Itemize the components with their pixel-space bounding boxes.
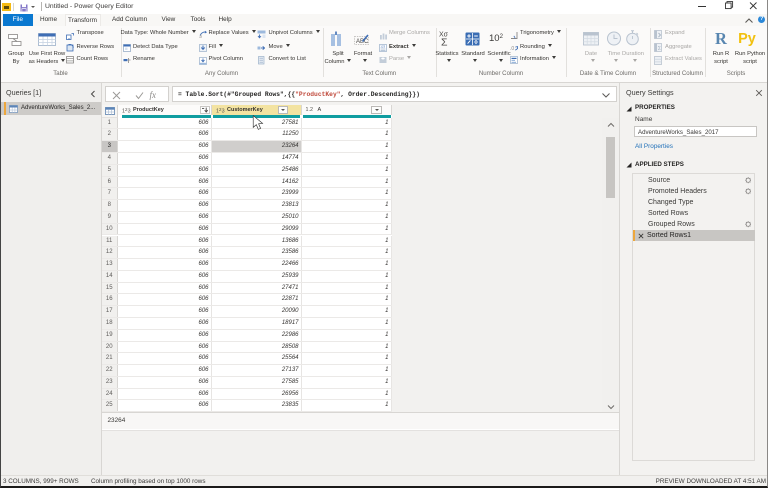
svg-text:b: b	[200, 34, 203, 39]
svg-text:Σ: Σ	[658, 46, 662, 52]
svg-text:.0: .0	[510, 46, 514, 52]
svg-text:ABC: ABC	[356, 39, 369, 45]
svg-text:Σ: Σ	[441, 37, 448, 47]
svg-text:123: 123	[380, 44, 385, 48]
